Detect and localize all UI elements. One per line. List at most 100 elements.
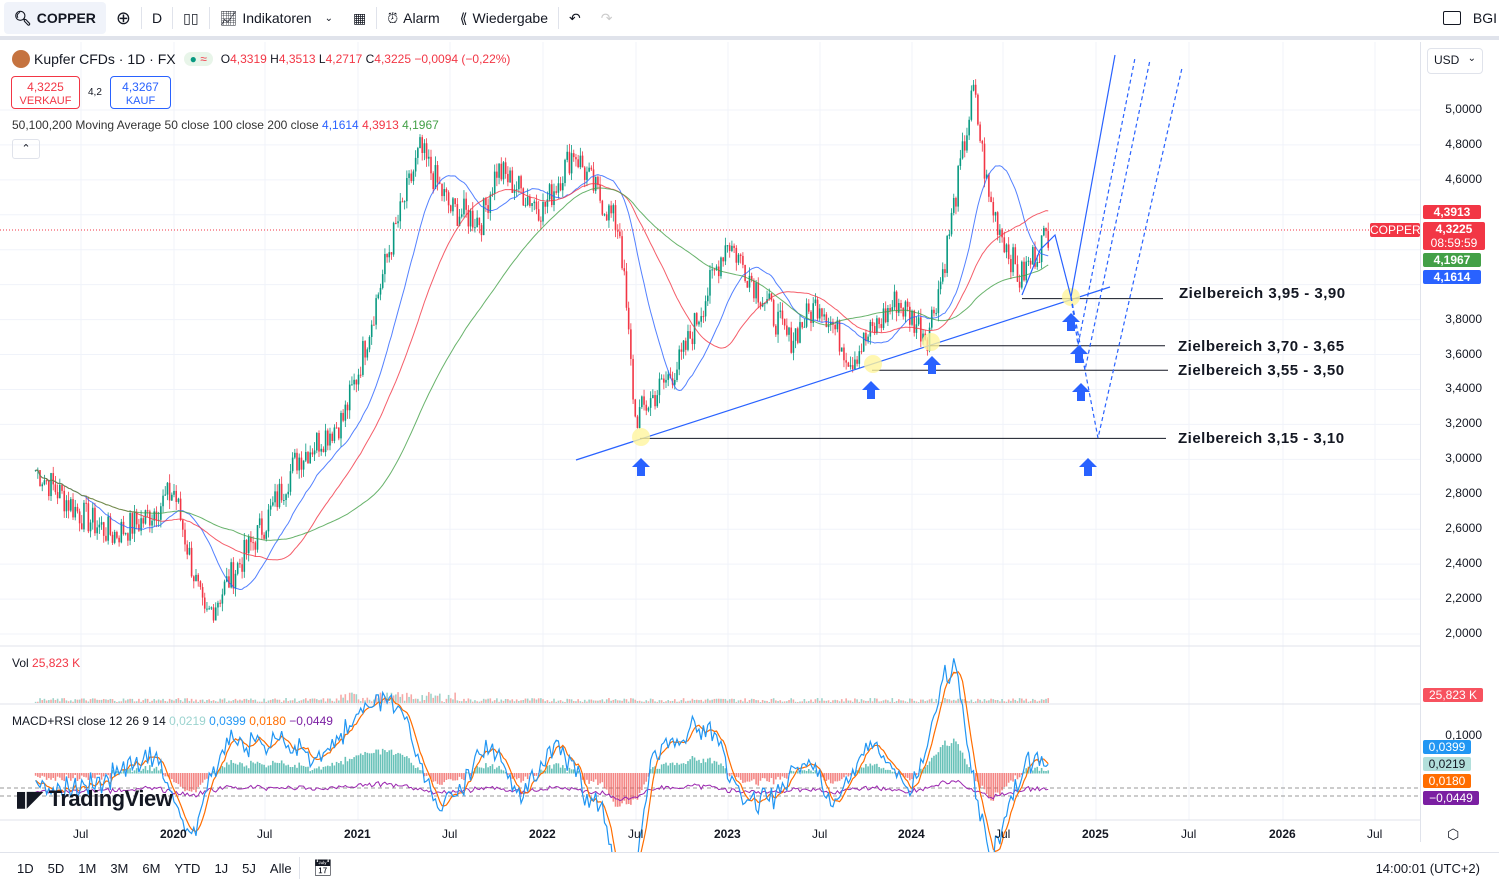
candle	[944, 269, 946, 274]
redo-button[interactable]: ↷	[591, 2, 623, 34]
macd-histogram-bar	[390, 749, 393, 774]
replay-button[interactable]: ⟪ Wiedergabe	[450, 2, 558, 34]
range-5d[interactable]: 5D	[41, 861, 72, 876]
macd-histogram-bar	[570, 769, 573, 774]
macd-histogram-bar	[203, 773, 206, 780]
macd-histogram-bar	[283, 763, 285, 774]
candle	[544, 201, 546, 207]
volume-bar	[182, 701, 184, 703]
range-1d[interactable]: 1D	[10, 861, 41, 876]
volume-bar	[524, 698, 527, 703]
candle	[680, 349, 683, 352]
volume-bar	[999, 701, 1001, 703]
symbol-label: COPPER	[36, 10, 96, 26]
candle	[386, 254, 388, 258]
volume-bar	[933, 701, 935, 703]
volume-bar	[63, 698, 66, 703]
candle	[724, 245, 727, 262]
candle	[124, 533, 127, 535]
layouts-button[interactable]: ▦	[343, 2, 376, 34]
fullscreen-button[interactable]	[1433, 2, 1471, 34]
macd-histogram-bar	[597, 773, 599, 786]
volume-bar	[173, 700, 175, 703]
volume-bar	[996, 699, 999, 703]
volume-bar	[544, 701, 546, 703]
price-axis[interactable]: USD ⌄ 5,0000 4,8000 4,6000 3,8000 3,6000 3,400…	[1420, 42, 1499, 842]
macd-histogram-bar	[557, 763, 560, 774]
macd-histogram-bar	[513, 773, 516, 778]
chart-type-button[interactable]: ▯▯	[173, 2, 208, 34]
buy-button[interactable]: 4,3267 KAUF	[110, 76, 171, 109]
ma-legend[interactable]: 50,100,200 Moving Average 50 close 100 c…	[12, 118, 439, 132]
macd-histogram-bar	[772, 773, 775, 785]
macd-histogram-bar	[63, 773, 66, 782]
interval-button[interactable]: D	[142, 2, 172, 34]
collapse-legend-button[interactable]: ⌃	[12, 139, 40, 159]
macd-histogram-bar	[221, 766, 224, 774]
candle	[276, 491, 279, 508]
range-5j[interactable]: 5J	[235, 861, 263, 876]
volume-bar	[992, 699, 995, 703]
volume-bar	[994, 700, 997, 703]
macd-histogram-bar	[840, 773, 843, 780]
volume-bar	[836, 700, 839, 703]
macd-histogram-bar	[678, 764, 680, 774]
undo-button[interactable]: ↶	[559, 2, 591, 34]
volume-bar	[985, 700, 988, 703]
range-1m[interactable]: 1M	[71, 861, 103, 876]
volume-bar	[329, 698, 331, 703]
candle	[171, 494, 173, 501]
volume-bar	[217, 701, 219, 703]
compare-button[interactable]: ⊕	[106, 2, 141, 34]
candle	[739, 254, 742, 256]
up-arrow-icon	[923, 356, 941, 374]
range-alle[interactable]: Alle	[263, 861, 299, 876]
volume-bar	[338, 700, 340, 703]
range-3m[interactable]: 3M	[103, 861, 135, 876]
macd-histogram-bar	[792, 771, 795, 774]
volume-bar	[572, 701, 575, 703]
candle	[790, 327, 792, 353]
rsi-tag: −0,0449	[1423, 791, 1479, 805]
volume-bar	[735, 701, 738, 703]
range-1j[interactable]: 1J	[207, 861, 235, 876]
candle	[397, 221, 399, 224]
macd-histogram-bar	[524, 773, 527, 777]
macd-histogram-bar	[610, 773, 612, 795]
candle	[711, 269, 713, 271]
volume-bar	[876, 698, 878, 703]
undo-icon: ↶	[569, 9, 581, 26]
macd-histogram-bar	[847, 773, 850, 777]
candle	[645, 404, 648, 411]
candle	[355, 379, 358, 385]
candle	[849, 365, 852, 367]
candle	[799, 322, 801, 343]
range-6m[interactable]: 6M	[135, 861, 167, 876]
range-ytd[interactable]: YTD	[167, 861, 207, 876]
last-price-tag: 4,3225 08:59:59	[1423, 222, 1485, 250]
goto-date-icon[interactable]: 📅︎	[306, 858, 340, 878]
currency-select[interactable]: USD ⌄	[1427, 48, 1483, 74]
macd-histogram-bar	[403, 756, 406, 774]
candle	[195, 574, 197, 582]
macd-histogram-bar	[933, 755, 935, 774]
macd-histogram-bar	[551, 768, 553, 774]
volume-bar	[834, 699, 836, 703]
candle	[329, 433, 331, 446]
candle	[403, 201, 406, 203]
account-button[interactable]: BGI	[1471, 2, 1499, 34]
alarm-button[interactable]: ⏰︎ Alarm	[377, 2, 449, 34]
volume-bar	[667, 700, 669, 703]
indicators-button[interactable]: 📈︎ Indikatoren ⌄	[210, 2, 343, 34]
volume-bar	[511, 699, 514, 703]
candle	[904, 301, 907, 317]
macd-histogram-bar	[746, 773, 749, 782]
symbol-search[interactable]: 🔍︎ COPPER	[4, 2, 106, 34]
sell-button[interactable]: 4,3225 VERKAUF	[11, 76, 80, 109]
volume-bar	[884, 699, 887, 703]
replay-label: Wiedergabe	[472, 10, 549, 26]
symbol-title[interactable]: Kupfer CFDs · 1D · FX	[34, 51, 176, 67]
volume-bar	[316, 699, 318, 703]
settings-icon[interactable]: ⬡	[1447, 826, 1459, 843]
candle	[775, 325, 777, 335]
